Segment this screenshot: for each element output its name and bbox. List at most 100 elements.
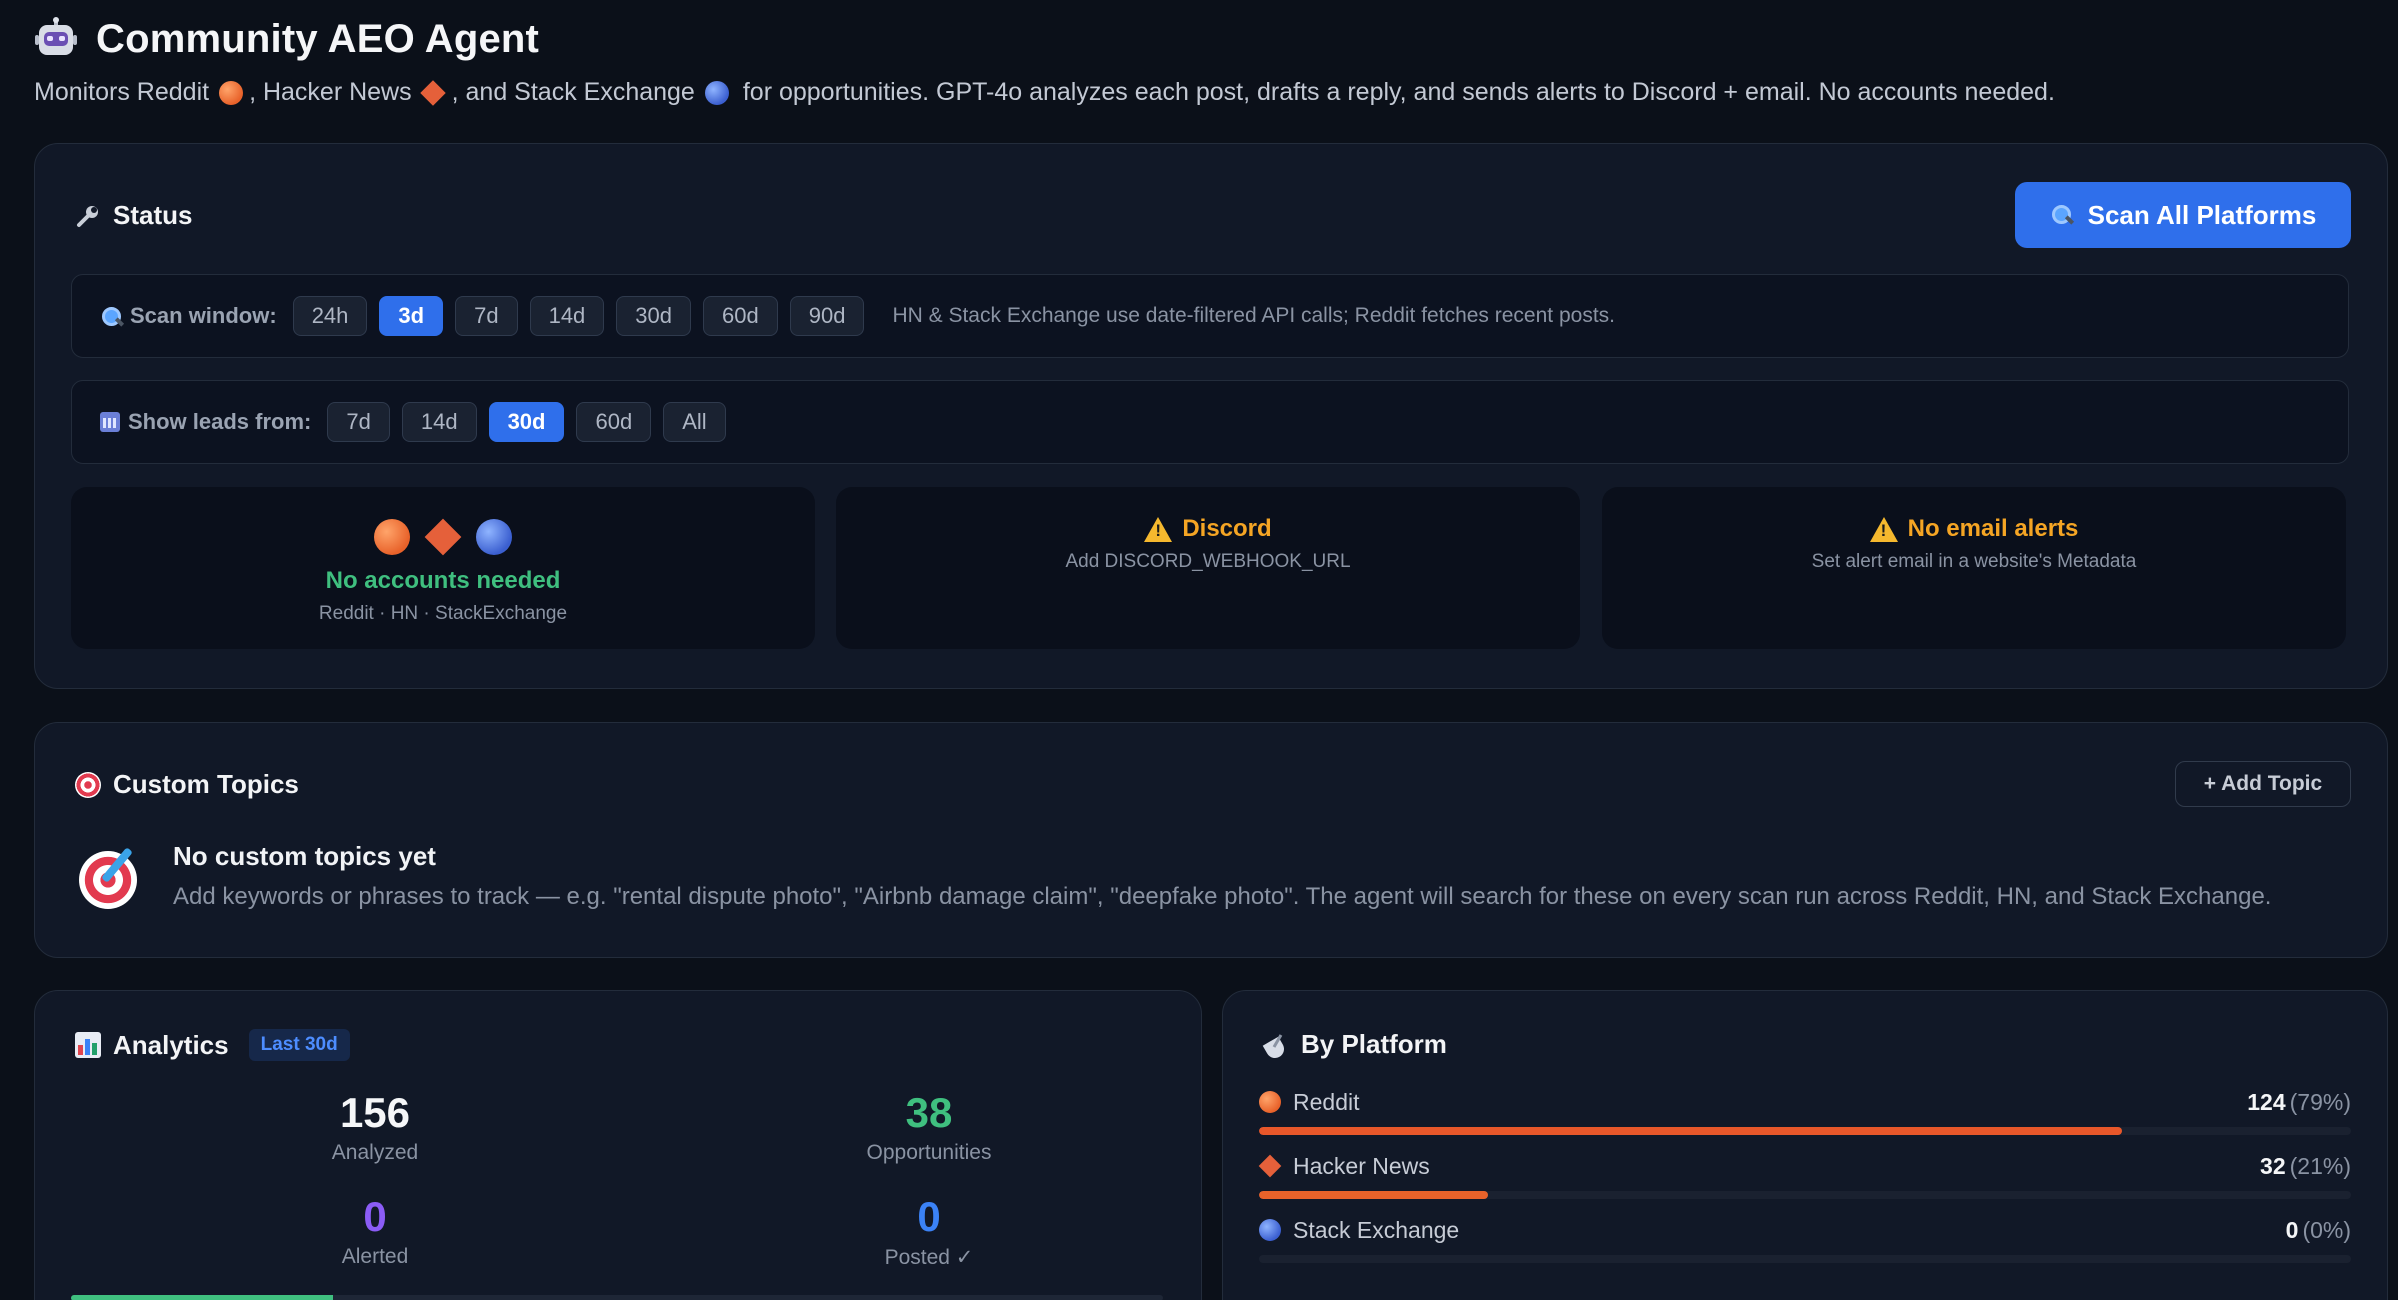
hacker-news-icon — [424, 518, 462, 556]
discord-status-sub: Add DISCORD_WEBHOOK_URL — [1065, 551, 1351, 572]
platform-count: 0 — [2285, 1216, 2299, 1243]
subtitle-text-4: for opportunities. GPT-4o analyzes each … — [742, 78, 2055, 106]
page-title: Community AEO Agent — [96, 16, 540, 61]
reddit-icon — [219, 80, 244, 105]
leads-option-7d[interactable]: 7d — [327, 402, 390, 442]
scan-button-label: Scan All Platforms — [2087, 199, 2317, 230]
platform-title: By Platform — [1301, 1029, 1447, 1059]
analytics-title: Analytics — [113, 1029, 229, 1060]
email-status-title: No email alerts — [1907, 515, 2079, 542]
leads-option-all[interactable]: All — [663, 402, 726, 442]
leads-from-label: Show leads from: — [128, 409, 312, 434]
subtitle-text-2: , Hacker News — [249, 78, 412, 106]
scan-window-label-group: Scan window: — [100, 303, 277, 329]
analytics-progress-bar — [71, 1295, 1163, 1300]
platform-row-reddit: Reddit 124 (79%) — [1259, 1087, 2351, 1135]
stack-exchange-icon — [704, 80, 729, 105]
accounts-status-box: No accounts needed Reddit · HN · StackEx… — [71, 487, 815, 649]
scan-window-option-7d[interactable]: 7d — [455, 296, 518, 336]
platform-name: Stack Exchange — [1293, 1216, 1460, 1243]
scan-window-option-3d[interactable]: 3d — [379, 296, 444, 336]
reddit-icon — [1259, 1091, 1281, 1113]
scan-window-option-60d[interactable]: 60d — [703, 296, 778, 336]
stat-posted-label: Posted ✓ — [884, 1246, 974, 1269]
status-card: Status Scan All Platforms Scan window: 2… — [34, 143, 2388, 689]
bar-chart-icon — [75, 1032, 101, 1058]
platform-bar-track — [1259, 1191, 2351, 1199]
stack-exchange-icon — [476, 519, 512, 555]
platform-percent: (0%) — [2302, 1216, 2351, 1243]
calendar-icon — [100, 412, 120, 432]
leads-from-row: Show leads from: 7d 14d 30d 60d All — [71, 380, 2349, 464]
wrench-icon — [75, 203, 101, 229]
search-icon — [2050, 203, 2074, 227]
platform-bar-fill — [1259, 1191, 1489, 1199]
topics-title: Custom Topics — [113, 769, 299, 799]
robot-icon — [34, 17, 78, 61]
leads-from-label-group: Show leads from: — [100, 409, 311, 435]
stat-opportunities: 38 Opportunities — [779, 1089, 1079, 1165]
platform-icons — [71, 518, 815, 556]
platform-bar-track — [1259, 1255, 2351, 1263]
analytics-range-badge: Last 30d — [248, 1029, 350, 1061]
warning-icon — [1869, 516, 1898, 542]
hacker-news-icon — [419, 79, 446, 106]
analytics-heading: Analytics Last 30d — [75, 1029, 350, 1061]
stat-analyzed-label: Analyzed — [331, 1141, 419, 1164]
target-icon — [79, 851, 137, 909]
stat-opportunities-label: Opportunities — [866, 1141, 992, 1164]
platform-count: 124 — [2247, 1088, 2286, 1115]
scan-window-option-14d[interactable]: 14d — [529, 296, 605, 336]
by-platform-card: By Platform Reddit 124 (79%) Hacker News … — [1222, 990, 2388, 1300]
platform-name: Hacker News — [1293, 1152, 1430, 1179]
target-icon — [75, 771, 101, 798]
warning-icon — [1144, 516, 1173, 542]
discord-status-title: Discord — [1182, 515, 1272, 542]
scan-window-option-24h[interactable]: 24h — [292, 296, 368, 336]
scan-window-option-90d[interactable]: 90d — [789, 296, 865, 336]
stat-analyzed-value: 156 — [339, 1089, 411, 1136]
scan-window-note: HN & Stack Exchange use date-filtered AP… — [892, 304, 1615, 327]
subtitle-text-1: Monitors Reddit — [34, 78, 210, 106]
leads-option-14d[interactable]: 14d — [401, 402, 477, 442]
platform-heading: By Platform — [1263, 1029, 1447, 1060]
platform-name: Reddit — [1293, 1088, 1360, 1115]
empty-topics-description: Add keywords or phrases to track — e.g. … — [173, 883, 2272, 910]
scan-window-label: Scan window: — [130, 303, 277, 328]
search-icon — [100, 305, 122, 327]
accounts-status-sub: Reddit · HN · StackExchange — [318, 603, 568, 624]
stat-alerted-value: 0 — [363, 1193, 387, 1240]
platform-percent: (79%) — [2289, 1088, 2351, 1115]
add-topic-button[interactable]: + Add Topic — [2175, 761, 2351, 807]
hacker-news-icon — [1258, 1154, 1282, 1178]
page-header: Community AEO Agent Monitors Reddit , Ha… — [34, 14, 2364, 107]
email-status-box: No email alerts Set alert email in a web… — [1602, 487, 2346, 649]
custom-topics-card: Custom Topics + Add Topic No custom topi… — [34, 722, 2388, 958]
stat-posted-value: 0 — [917, 1193, 941, 1240]
leads-option-60d[interactable]: 60d — [576, 402, 652, 442]
reddit-icon — [374, 519, 410, 555]
empty-topics-title: No custom topics yet — [173, 841, 436, 871]
email-status-sub: Set alert email in a website's Metadata — [1811, 551, 2137, 572]
scan-window-option-30d[interactable]: 30d — [616, 296, 692, 336]
discord-status-box: Discord Add DISCORD_WEBHOOK_URL — [836, 487, 1580, 649]
subtitle-text-3: , and Stack Exchange — [451, 78, 695, 106]
platform-count: 32 — [2260, 1152, 2286, 1179]
status-title: Status — [113, 200, 193, 230]
analytics-progress-fill — [71, 1295, 334, 1300]
platform-bar-track — [1259, 1127, 2351, 1135]
stat-alerted: 0 Alerted — [225, 1193, 525, 1269]
stat-analyzed: 156 Analyzed — [225, 1089, 525, 1165]
leads-option-30d[interactable]: 30d — [488, 402, 565, 442]
platform-row-hacker-news: Hacker News 32 (21%) — [1258, 1151, 2351, 1199]
scan-all-platforms-button[interactable]: Scan All Platforms — [2015, 182, 2351, 248]
scan-window-row: Scan window: 24h 3d 7d 14d 30d 60d 90d H… — [71, 274, 2349, 358]
platform-bar-fill — [1259, 1127, 2122, 1135]
page-subtitle: Monitors Reddit , Hacker News , and Stac… — [34, 78, 2364, 107]
accounts-status-title: No accounts needed — [325, 567, 561, 594]
status-heading: Status — [75, 200, 192, 231]
stat-alerted-label: Alerted — [341, 1245, 409, 1268]
topics-heading: Custom Topics — [75, 769, 299, 800]
stat-opportunities-value: 38 — [905, 1089, 953, 1136]
analytics-card: Analytics Last 30d 156 Analyzed 38 Oppor… — [34, 990, 1202, 1300]
